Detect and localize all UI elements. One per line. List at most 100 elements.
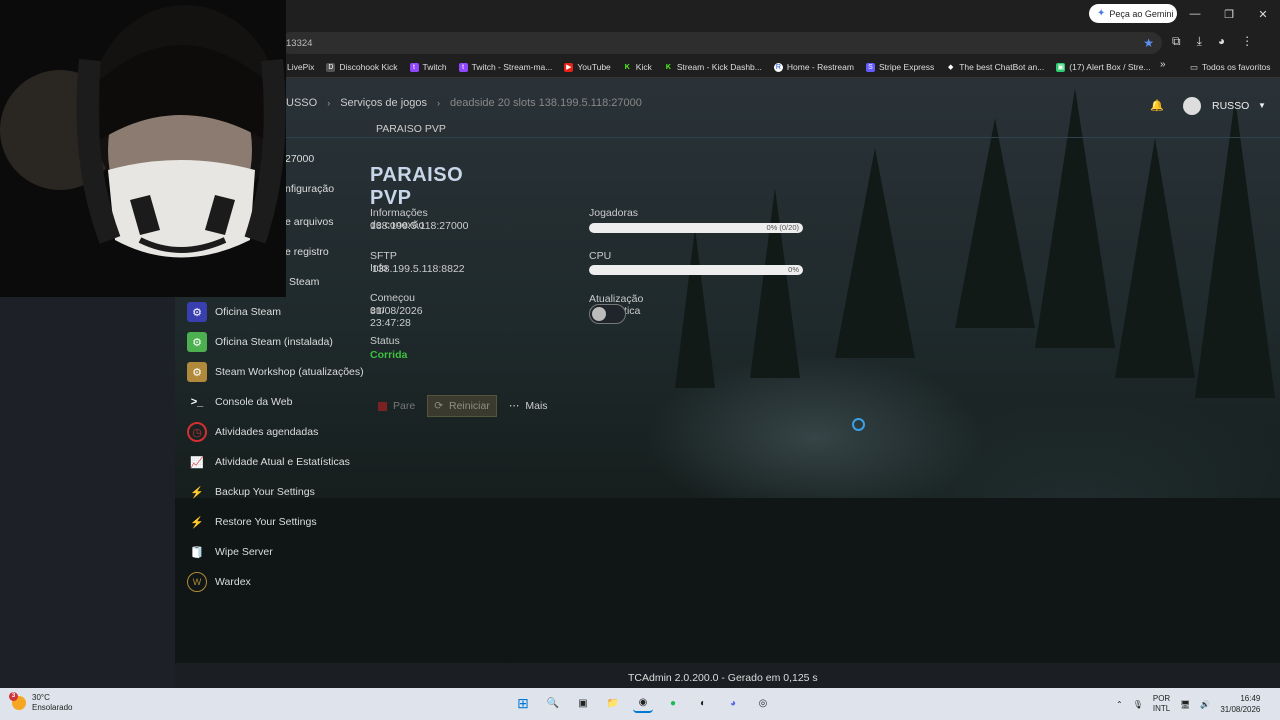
bookmark-star-icon[interactable]: ★: [1143, 36, 1154, 50]
chrome-icon[interactable]: ◉: [633, 693, 653, 713]
bookmark-chatbot[interactable]: ◆ The best ChatBot an...: [946, 62, 1044, 72]
gemini-label: Peça ao Gemini: [1109, 8, 1174, 19]
page-subtitle: PARAISO PVP: [376, 123, 446, 135]
breadcrumb-user[interactable]: USSO: [286, 97, 317, 109]
weather-badge: 3: [9, 692, 18, 701]
twitch-icon: t: [409, 62, 419, 72]
action-buttons: Pare ⟳ Reiniciar ⋯ Mais: [372, 395, 554, 417]
steam-icon[interactable]: ◎: [753, 693, 773, 713]
minimize-icon[interactable]: —: [1178, 0, 1212, 28]
sidebar-item-wipe-server[interactable]: 🧻 Wipe Server: [187, 541, 273, 563]
sidebar-item-web-console[interactable]: >_ Console da Web: [187, 391, 293, 413]
lightning-icon: ⚡: [190, 516, 204, 529]
url-text: 13324: [286, 37, 313, 49]
sidebar-item-wardex[interactable]: W Wardex: [187, 571, 251, 593]
chatbot-icon: ◆: [946, 62, 956, 72]
bell-icon[interactable]: 🔔: [1150, 99, 1164, 112]
status-badge: Corrida: [370, 349, 408, 361]
discord-icon[interactable]: ◕: [723, 693, 743, 713]
cpu-label: CPU: [589, 250, 612, 262]
chevron-down-icon[interactable]: ▼: [1258, 101, 1266, 110]
stop-button[interactable]: Pare: [372, 395, 421, 417]
bookmark-stripe[interactable]: S Stripe Express: [865, 62, 934, 72]
restart-button[interactable]: ⟳ Reiniciar: [427, 395, 497, 417]
profile-icon[interactable]: ◕: [1218, 34, 1225, 49]
bookmark-twitch[interactable]: t Twitch: [409, 62, 447, 72]
extensions-icon[interactable]: ⧉: [1172, 34, 1181, 49]
spotify-icon[interactable]: ●: [663, 693, 683, 713]
sftp-value: 138.199.5.118:8822: [372, 263, 465, 275]
sidebar-item-backup-settings[interactable]: ⚡ Backup Your Settings: [187, 481, 315, 503]
stripe-icon: S: [865, 62, 875, 72]
sidebar-item-partial-1[interactable]: 27000: [285, 153, 314, 165]
menu-dots-icon[interactable]: ⋮: [1241, 34, 1253, 49]
breadcrumb-game-services[interactable]: Serviços de jogos: [340, 97, 427, 109]
obs-icon[interactable]: ◐: [693, 693, 713, 713]
windows-start-icon[interactable]: ⊞: [513, 693, 533, 713]
network-icon[interactable]: 🖥: [1180, 700, 1190, 709]
bookmark-kick-dashboard[interactable]: K Stream - Kick Dashb...: [663, 62, 762, 72]
breadcrumb: USSO › Serviços de jogos › deadside 20 s…: [286, 97, 642, 109]
file-explorer-icon[interactable]: 📁: [603, 693, 623, 713]
close-icon[interactable]: ✕: [1246, 0, 1280, 28]
sidebar-item-partial-2[interactable]: nfiguração: [285, 183, 334, 195]
task-view-icon[interactable]: ▣: [573, 693, 593, 713]
restore-icon[interactable]: ❐: [1212, 0, 1246, 28]
bookmark-twitch-stream[interactable]: t Twitch - Stream-ma...: [458, 62, 552, 72]
sidebar-item-partial-5[interactable]: Steam: [289, 276, 319, 288]
clock[interactable]: 16:49 31/08/2026: [1220, 693, 1260, 715]
sidebar-item-steam-workshop-installed[interactable]: ⚙ Oficina Steam (instalada): [187, 331, 333, 353]
breadcrumb-server: deadside 20 slots 138.199.5.118:27000: [450, 97, 642, 109]
bookmark-discohook[interactable]: D Discohook Kick: [326, 62, 398, 72]
more-dots-icon: ⋯: [508, 400, 520, 412]
sidebar-item-steam-workshop-updates[interactable]: ⚙ Steam Workshop (atualizações): [187, 361, 364, 383]
all-bookmarks[interactable]: ▭ Todos os favoritos: [1190, 56, 1271, 78]
more-bookmarks-icon[interactable]: »: [1160, 59, 1166, 70]
terminal-icon: >_: [190, 396, 204, 408]
clock-icon: ◷: [187, 422, 207, 442]
search-icon[interactable]: 🔍: [543, 693, 563, 713]
sidebar-item-steam-workshop[interactable]: ⚙ Oficina Steam: [187, 301, 281, 323]
refresh-icon: ⟳: [434, 400, 443, 412]
sidebar-item-scheduled-tasks[interactable]: ◷ Atividades agendadas: [187, 421, 318, 443]
bookmark-livepix[interactable]: LivePix: [287, 62, 314, 72]
steam-workshop-update-icon: ⚙: [187, 362, 207, 382]
microphone-icon[interactable]: 🎙: [1133, 700, 1143, 709]
bookmarks-list: LivePix D Discohook Kick t Twitch t Twitch …: [287, 56, 1151, 78]
download-icon[interactable]: ⤓: [1197, 34, 1202, 49]
bookmark-kick[interactable]: K Kick: [622, 62, 652, 72]
autoupdate-toggle[interactable]: [589, 304, 626, 324]
sidebar-item-activity-stats[interactable]: 📈 Atividade Atual e Estatísticas: [187, 451, 350, 473]
taskbar-apps: ⊞ 🔍 ▣ 📁 ◉ ● ◐ ◕ ◎: [513, 693, 773, 713]
weather-description: Ensolarado: [32, 703, 73, 712]
server-title: PARAISO PVP: [370, 164, 464, 209]
sidebar-item-partial-3[interactable]: e arquivos: [285, 216, 333, 228]
webcam-person-image: [0, 0, 286, 297]
bookmark-alertbox[interactable]: ▣ (17) Alert Box / Stre...: [1056, 62, 1151, 72]
more-button[interactable]: ⋯ Mais: [503, 395, 554, 417]
username[interactable]: RUSSO: [1212, 100, 1249, 112]
stop-icon: [378, 401, 387, 411]
nav-divider: [175, 137, 1280, 138]
volume-icon[interactable]: 🔊: [1200, 700, 1210, 709]
footer-text: TCAdmin 2.0.200.0 - Gerado em 0,125 s: [628, 672, 818, 684]
kick-icon: K: [663, 62, 673, 72]
sidebar-item-partial-4[interactable]: e registro: [285, 246, 329, 258]
kick-icon: K: [622, 62, 632, 72]
language-indicator[interactable]: POR INTL: [1153, 694, 1170, 714]
chart-line-icon: 📈: [190, 456, 204, 469]
window-controls: — ❐ ✕: [1178, 0, 1280, 28]
gemini-button[interactable]: ✦ Peça ao Gemini: [1089, 4, 1177, 23]
weather-widget[interactable]: 3 30°C Ensolarado: [9, 692, 73, 713]
bookmark-restream[interactable]: R Home - Restream: [773, 62, 854, 72]
address-bar[interactable]: 13324 ★: [280, 32, 1162, 54]
bookmark-youtube[interactable]: ▶ YouTube: [564, 62, 611, 72]
sidebar-item-restore-settings[interactable]: ⚡ Restore Your Settings: [187, 511, 316, 533]
chevron-right-icon: ›: [437, 98, 441, 108]
avatar[interactable]: [1183, 97, 1201, 115]
youtube-icon: ▶: [564, 62, 574, 72]
loading-spinner-icon: [852, 418, 865, 431]
paper-roll-icon: 🧻: [190, 546, 204, 559]
twitch-icon: t: [458, 62, 468, 72]
chevron-up-icon[interactable]: ⌃: [1116, 700, 1123, 709]
